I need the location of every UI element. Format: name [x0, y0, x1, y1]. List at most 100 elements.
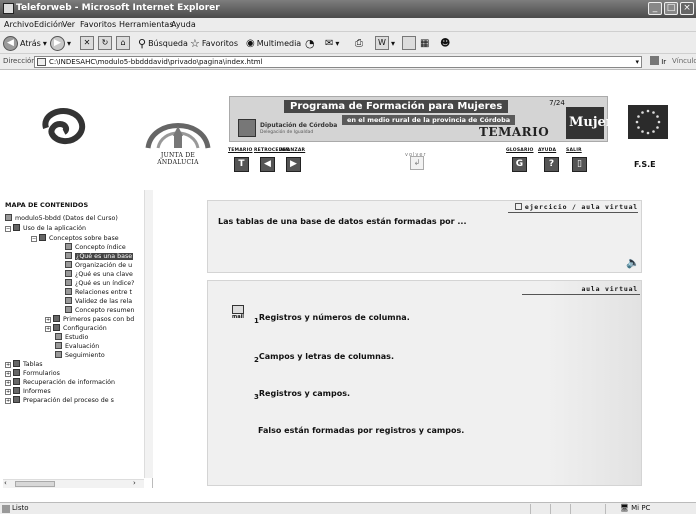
toolbar: ◀ Atrás ▾ ▶ ▾ ✕ ↻ ⌂ ⚲ Búsqueda ☆ Favorit…	[0, 32, 696, 54]
expand-icon[interactable]: +	[5, 398, 11, 404]
expand-icon[interactable]: +	[45, 317, 51, 323]
folder-icon	[13, 387, 20, 394]
search-button[interactable]: ⚲ Búsqueda	[138, 35, 188, 51]
tree-item[interactable]: ¿Qué es una clave	[65, 270, 142, 279]
eu-star	[657, 120, 661, 124]
tree-item[interactable]: + Tablas	[5, 360, 142, 369]
tree-item[interactable]: Concepto resumen	[65, 306, 142, 315]
refresh-button[interactable]: ↻	[98, 35, 112, 51]
teleforweb-logo	[42, 108, 86, 144]
tree-item[interactable]: + Informes	[5, 387, 142, 396]
chevron-down-icon[interactable]: ▾	[635, 57, 639, 67]
close-button[interactable]: ×	[680, 2, 694, 15]
temario-button[interactable]: TEMARIO T	[228, 148, 252, 176]
scroll-left-icon[interactable]: ‹	[4, 479, 7, 487]
multimedia-button[interactable]: ◉ Multimedia	[246, 35, 301, 51]
divider	[508, 212, 638, 213]
tree-item[interactable]: Relaciones entre t	[65, 288, 142, 297]
tree-item[interactable]: Concepto índice	[65, 243, 142, 252]
option-text: Campos y letras de columnas.	[258, 352, 394, 361]
expand-icon[interactable]: +	[5, 371, 11, 377]
tree-horizontal-scrollbar[interactable]: ‹ ›	[3, 479, 144, 488]
tree-item-label: Informes	[23, 388, 51, 395]
edit-button[interactable]: W ▾	[375, 35, 395, 51]
collapse-icon[interactable]: −	[31, 236, 37, 242]
tree-item[interactable]: + Configuración	[45, 324, 142, 333]
maximize-button[interactable]: □	[664, 2, 678, 15]
menu-edicion[interactable]: Edición	[34, 20, 63, 29]
tree-item[interactable]: + Formularios	[5, 369, 142, 378]
ejercicio-link[interactable]: ejercicio / aula virtual	[514, 203, 638, 211]
tree-item[interactable]: Validez de las rela	[65, 297, 142, 306]
mail-button[interactable]: mail	[232, 305, 245, 320]
menu-archivo[interactable]: Archivo	[4, 20, 34, 29]
menu-ver[interactable]: Ver	[62, 20, 75, 29]
home-button[interactable]: ⌂	[116, 35, 130, 51]
messenger-button[interactable]: ☻	[440, 35, 450, 51]
retroceder-button[interactable]: RETROCEDER ◀	[254, 148, 289, 176]
tree-item-label: ¿Qué es un índice?	[75, 280, 135, 287]
volver-button[interactable]: volver ↲	[405, 149, 431, 170]
favorites-button[interactable]: ☆ Favoritos	[190, 35, 238, 51]
tree-item[interactable]: ¿Qué es una base	[65, 252, 142, 261]
tree-item-label: Preparación del proceso de s	[23, 397, 114, 404]
tree-item[interactable]: + Recuperación de información	[5, 378, 142, 387]
menu-favoritos[interactable]: Favoritos	[80, 20, 116, 29]
aula-virtual-link[interactable]: aula virtual	[581, 285, 638, 293]
menu-herramientas[interactable]: Herramientas	[119, 20, 174, 29]
tree-item[interactable]: + Preparación del proceso de s	[5, 396, 142, 405]
stop-button[interactable]: ✕	[80, 35, 94, 51]
scrollbar-thumb[interactable]	[15, 481, 55, 487]
forward-button[interactable]: ▶ ▾	[50, 35, 71, 51]
tree-item[interactable]: Estudio	[55, 333, 142, 342]
mail-button[interactable]: ✉ ▾	[325, 35, 339, 51]
refresh-icon: ↻	[98, 36, 112, 50]
tree-item[interactable]: ¿Qué es un índice?	[65, 279, 142, 288]
expand-icon[interactable]: +	[5, 362, 11, 368]
avanzar-button[interactable]: AVANZAR ▶	[280, 148, 305, 176]
collapse-icon[interactable]: −	[5, 226, 11, 232]
page-content: JUNTA DE ANDALUCIA Programa de Formación…	[0, 70, 696, 502]
research-button[interactable]: ▦	[420, 35, 429, 51]
print-button[interactable]: ⎙	[355, 35, 363, 51]
speaker-icon[interactable]: 🔈	[626, 256, 640, 269]
links-button[interactable]: Vínculos	[672, 57, 696, 65]
history-button[interactable]: ◔	[305, 35, 315, 51]
page-icon	[65, 261, 72, 268]
mail-label: mail	[232, 314, 245, 320]
tree-item[interactable]: + Primeros pasos con bd	[45, 315, 142, 324]
discuss-button[interactable]	[402, 35, 416, 51]
tree-item[interactable]: − Conceptos sobre base	[31, 234, 142, 243]
tree-item[interactable]: Seguimiento	[55, 351, 142, 360]
expand-icon[interactable]: +	[45, 326, 51, 332]
back-button[interactable]: ◀ Atrás ▾	[3, 35, 47, 51]
answer-pane: aula virtual mail 1Registros y números d…	[207, 280, 642, 486]
tree-item[interactable]: Organización de u	[65, 261, 142, 270]
junta-andalucia-logo: JUNTA DE ANDALUCIA	[140, 108, 216, 166]
envelope-icon	[232, 305, 244, 314]
glosario-button[interactable]: GLOSARIO G	[506, 148, 533, 176]
eu-star	[641, 130, 644, 133]
ejercicio-checkbox-icon	[514, 203, 522, 210]
chevron-down-icon: ▾	[391, 38, 396, 48]
tree-item[interactable]: modulo5-bbdd (Datos del Curso)	[5, 214, 142, 223]
ayuda-button[interactable]: AYUDA ?	[538, 148, 562, 176]
eu-flag-icon	[628, 105, 668, 139]
minimize-button[interactable]: _	[648, 2, 662, 15]
tree-vertical-scrollbar[interactable]	[144, 190, 153, 478]
expand-icon[interactable]: +	[5, 389, 11, 395]
temario-heading: TEMARIO	[479, 125, 550, 139]
expand-icon[interactable]: +	[5, 380, 11, 386]
salir-button[interactable]: SALIR ▯	[566, 148, 590, 176]
tree-item-label: Configuración	[63, 325, 107, 332]
address-input[interactable]: C:\INDESAHC\modulo5-bbdddavid\privado\pa…	[34, 56, 642, 68]
scroll-right-icon[interactable]: ›	[133, 479, 136, 487]
answer-option-1[interactable]: 1Registros y números de columna.	[254, 313, 410, 325]
tree-item[interactable]: − Uso de la aplicación	[5, 224, 142, 233]
tree-item[interactable]: Evaluación	[55, 342, 142, 351]
answer-option-2[interactable]: 2Campos y letras de columnas.	[254, 352, 394, 364]
go-button[interactable]: Ir	[650, 56, 666, 66]
answer-option-3[interactable]: 3Registros y campos.	[254, 389, 350, 401]
folder-icon	[13, 369, 20, 376]
menu-ayuda[interactable]: Ayuda	[171, 20, 196, 29]
